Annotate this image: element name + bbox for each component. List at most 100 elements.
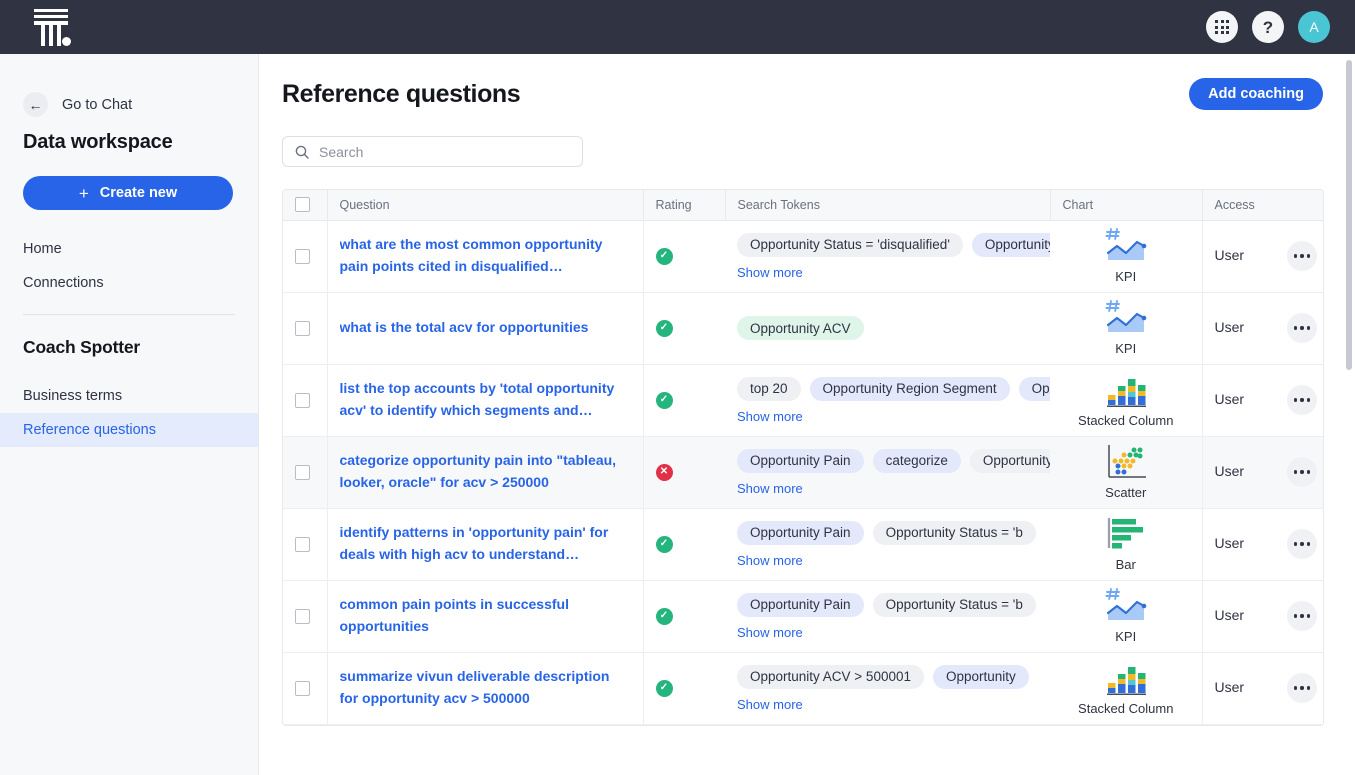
row-select-cell bbox=[283, 580, 327, 652]
chart-type-label: Stacked Column bbox=[1078, 701, 1174, 717]
vertical-scrollbar[interactable] bbox=[1346, 60, 1352, 760]
question-link[interactable]: summarize vivun deliverable description … bbox=[340, 666, 631, 709]
show-more-link[interactable]: Show more bbox=[737, 697, 1038, 712]
go-to-chat-button[interactable]: ← Go to Chat bbox=[0, 54, 258, 117]
token-list: top 20 Opportunity Region Segment Opportun… bbox=[737, 376, 1050, 401]
access-cell: User bbox=[1201, 508, 1275, 580]
main-content: Reference questions Add coaching Questio… bbox=[259, 54, 1355, 775]
row-checkbox[interactable] bbox=[295, 320, 310, 336]
table-header-row: Question Rating Search Tokens Chart Acce… bbox=[283, 190, 1323, 221]
question-cell: common pain points in successful opportu… bbox=[326, 580, 643, 652]
app-logo[interactable] bbox=[0, 7, 102, 47]
search-token[interactable]: Opportunity Pain bbox=[971, 232, 1050, 257]
reference-questions-table: Question Rating Search Tokens Chart Acce… bbox=[282, 189, 1324, 726]
column-header-chart: Chart bbox=[1049, 190, 1202, 221]
avatar[interactable]: A bbox=[1298, 11, 1330, 43]
question-cell: list the top accounts by 'total opportun… bbox=[326, 364, 643, 436]
access-value: User bbox=[1214, 319, 1245, 335]
question-link[interactable]: categorize opportunity pain into "tablea… bbox=[340, 450, 631, 493]
search-tokens-cell: Opportunity ACV bbox=[725, 292, 1050, 364]
bar-icon bbox=[1062, 514, 1190, 552]
row-select-cell bbox=[283, 508, 327, 580]
question-link[interactable]: common pain points in successful opportu… bbox=[340, 594, 631, 637]
show-more-link[interactable]: Show more bbox=[737, 553, 1038, 568]
search-input[interactable] bbox=[319, 143, 570, 160]
primary-nav: Home Connections bbox=[0, 232, 258, 300]
search-token[interactable]: Opportunity bbox=[969, 448, 1050, 473]
show-more-link[interactable]: Show more bbox=[737, 409, 1038, 424]
token-list: Opportunity ACV bbox=[737, 316, 1038, 340]
chart-type-label: Scatter bbox=[1105, 485, 1147, 501]
row-checkbox[interactable] bbox=[295, 536, 310, 552]
row-checkbox[interactable] bbox=[295, 680, 310, 696]
table-body: what are the most common opportunity pai… bbox=[283, 220, 1323, 724]
sidebar-item-connections[interactable]: Connections bbox=[0, 266, 258, 300]
search-token[interactable]: top 20 bbox=[737, 376, 801, 401]
row-overflow-menu-icon[interactable] bbox=[1287, 601, 1317, 631]
search-token[interactable]: Opportunity Status = 'b bbox=[872, 520, 1036, 545]
question-cell: summarize vivun deliverable description … bbox=[326, 652, 643, 724]
chart-cell: Stacked Column bbox=[1050, 364, 1202, 436]
scrollbar-thumb[interactable] bbox=[1346, 60, 1352, 370]
table-row[interactable]: identify patterns in 'opportunity pain' … bbox=[283, 508, 1323, 580]
question-mark-icon[interactable]: ? bbox=[1252, 11, 1284, 43]
kpi-icon bbox=[1062, 586, 1190, 624]
select-all-checkbox[interactable] bbox=[295, 197, 310, 213]
chart-type-label: KPI bbox=[1115, 269, 1137, 285]
search-token[interactable]: Opportunity ACV bbox=[737, 316, 864, 340]
search-token[interactable]: Opportunity Status = 'disqualified' bbox=[737, 232, 963, 257]
table-row[interactable]: categorize opportunity pain into "tablea… bbox=[283, 436, 1323, 508]
search-box[interactable] bbox=[282, 136, 583, 167]
table-row[interactable]: what are the most common opportunity pai… bbox=[283, 220, 1323, 292]
row-overflow-menu-icon[interactable] bbox=[1287, 673, 1317, 703]
search-token[interactable]: Opportunity Status = 'b bbox=[872, 592, 1036, 617]
sidebar-item-business-terms[interactable]: Business terms bbox=[0, 379, 258, 413]
show-more-link[interactable]: Show more bbox=[737, 265, 1038, 280]
row-checkbox[interactable] bbox=[295, 608, 310, 624]
question-cell: what is the total acv for opportunities bbox=[326, 292, 643, 364]
search-token[interactable]: Opportunity Pain bbox=[737, 592, 864, 617]
question-link[interactable]: list the top accounts by 'total opportun… bbox=[340, 378, 631, 421]
search-token[interactable]: Opportunity ACV > 500001 bbox=[737, 664, 924, 689]
row-overflow-menu-icon[interactable] bbox=[1287, 313, 1317, 343]
table-row[interactable]: list the top accounts by 'total opportun… bbox=[283, 364, 1323, 436]
search-token[interactable]: Opportunity bbox=[933, 664, 1029, 689]
show-more-link[interactable]: Show more bbox=[737, 625, 1038, 640]
row-actions-cell bbox=[1275, 364, 1323, 436]
row-actions-cell bbox=[1275, 292, 1323, 364]
search-tokens-cell: top 20 Opportunity Region Segment Opportun… bbox=[725, 364, 1050, 436]
row-overflow-menu-icon[interactable] bbox=[1287, 529, 1317, 559]
table-row[interactable]: common pain points in successful opportu… bbox=[283, 580, 1323, 652]
create-new-button[interactable]: + Create new bbox=[23, 176, 233, 210]
question-link[interactable]: identify patterns in 'opportunity pain' … bbox=[340, 522, 631, 565]
token-list: Opportunity Status = 'disqualified' Oppor… bbox=[737, 232, 1050, 257]
rating-cell: ✓ bbox=[642, 364, 725, 436]
grid-apps-icon[interactable] bbox=[1206, 11, 1238, 43]
rating-cell: ✓ bbox=[642, 220, 725, 292]
table-row[interactable]: summarize vivun deliverable description … bbox=[283, 652, 1323, 724]
search-token[interactable]: Opportunity Pain bbox=[737, 448, 864, 473]
row-checkbox[interactable] bbox=[295, 392, 310, 408]
row-checkbox[interactable] bbox=[295, 464, 310, 480]
search-token[interactable]: Opportunity Pain bbox=[737, 520, 864, 545]
add-coaching-button[interactable]: Add coaching bbox=[1189, 78, 1323, 110]
sidebar-item-reference-questions[interactable]: Reference questions bbox=[0, 413, 258, 447]
search-token[interactable]: Opportunity Region Segment bbox=[809, 376, 1010, 401]
rating-success-icon: ✓ bbox=[655, 679, 673, 697]
row-overflow-menu-icon[interactable] bbox=[1287, 385, 1317, 415]
row-checkbox[interactable] bbox=[295, 248, 310, 264]
sidebar-item-home[interactable]: Home bbox=[0, 232, 258, 266]
chart-cell: Bar bbox=[1050, 508, 1202, 580]
search-token[interactable]: categorize bbox=[872, 448, 961, 473]
question-link[interactable]: what are the most common opportunity pai… bbox=[340, 234, 631, 277]
table-row[interactable]: what is the total acv for opportunities … bbox=[283, 292, 1323, 364]
search-icon bbox=[295, 145, 309, 159]
chart-type-label: KPI bbox=[1115, 629, 1137, 645]
go-to-chat-label: Go to Chat bbox=[62, 96, 133, 113]
search-token[interactable]: Opportunity bbox=[1018, 376, 1050, 401]
sidebar-item-label: Business terms bbox=[23, 388, 123, 404]
question-link[interactable]: what is the total acv for opportunities bbox=[340, 317, 631, 339]
row-overflow-menu-icon[interactable] bbox=[1287, 241, 1317, 271]
show-more-link[interactable]: Show more bbox=[737, 481, 1038, 496]
row-overflow-menu-icon[interactable] bbox=[1287, 457, 1317, 487]
